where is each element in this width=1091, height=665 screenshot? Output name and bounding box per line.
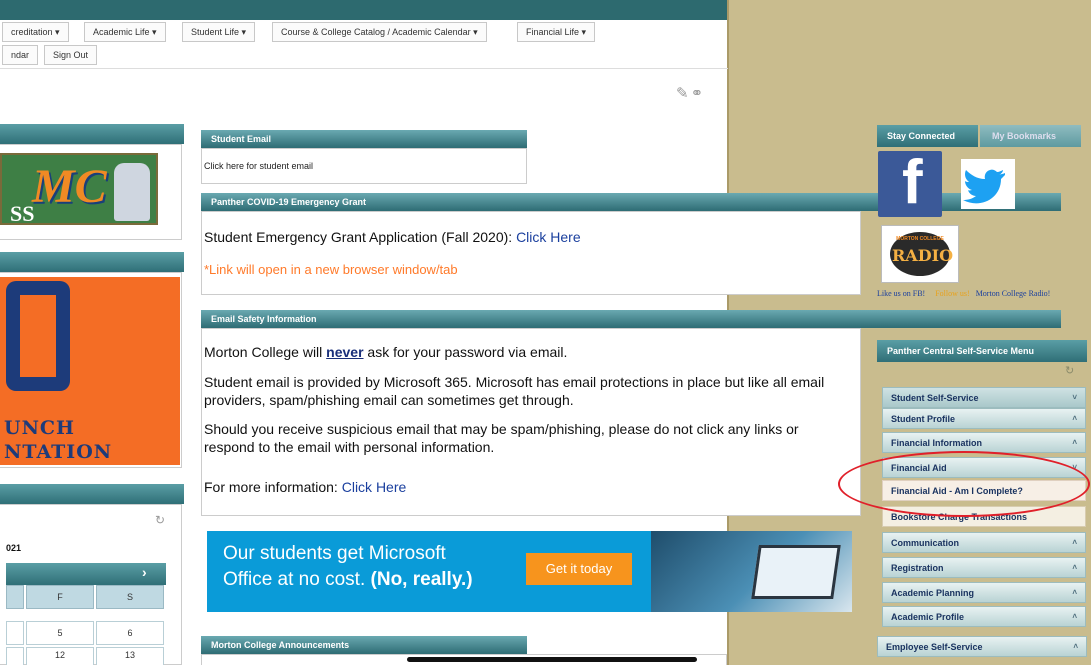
calendar-cell[interactable]: 6: [96, 621, 164, 645]
chevron-down-icon: ˅: [1072, 393, 1077, 402]
safety-paragraph-1: Morton College will never ask for your p…: [204, 344, 568, 360]
menu-bookstore-charge-transactions[interactable]: Bookstore Charge Transactions: [882, 506, 1086, 527]
safety-paragraph-3: Should you receive suspicious email that…: [204, 421, 799, 455]
calendar-year: 021: [6, 543, 22, 553]
calendar-cell[interactable]: 5: [26, 621, 94, 645]
nav-financial-life[interactable]: Financial Life ▾: [517, 22, 596, 42]
chevron-down-icon: ˅: [1072, 463, 1077, 472]
twitter-icon[interactable]: [961, 159, 1015, 209]
tab-stay-connected[interactable]: Stay Connected: [877, 125, 978, 147]
page-tools-icons[interactable]: ✎⚭: [676, 84, 705, 102]
calendar-header-bar: ›: [6, 563, 166, 585]
announcements-header: Morton College Announcements: [201, 636, 527, 654]
nav-accreditation[interactable]: creditation ▾: [2, 22, 69, 42]
laptop-screen-icon: [751, 545, 841, 599]
menu-student-profile[interactable]: Student Profile ˄: [882, 408, 1086, 429]
menu-communication[interactable]: Communication ˄: [882, 532, 1086, 553]
chevron-up-icon: ˄: [1072, 538, 1077, 547]
calendar-cell[interactable]: [6, 621, 24, 645]
calendar-day-header: [6, 585, 24, 609]
left-portlet-banner: UNCH NTATION: [0, 272, 182, 468]
safety-paragraph-2: Student email is provided by Microsoft 3…: [204, 374, 825, 408]
edit-page-icon[interactable]: ✎: [676, 85, 691, 102]
top-banner-strip: [0, 0, 728, 20]
student-email-box: Click here for student email: [201, 148, 527, 184]
covid-grant-header: Panther COVID-19 Emergency Grant: [201, 193, 1061, 211]
chevron-up-icon: ˄: [1072, 612, 1077, 621]
nav-sign-out[interactable]: Sign Out: [44, 45, 98, 65]
get-it-today-button[interactable]: Get it today: [526, 553, 632, 585]
left-portlet-logo: SS MC: [0, 144, 182, 240]
left-portlet-header-2: [0, 252, 184, 272]
student-email-link[interactable]: Click here for student email: [204, 161, 313, 171]
menu-financial-aid-am-i-complete[interactable]: Financial Aid - Am I Complete?: [882, 480, 1086, 501]
calendar-day-header: S: [96, 585, 164, 609]
office-ad-line1: Our students get Microsoft: [223, 543, 446, 564]
chevron-up-icon: ˄: [1072, 414, 1077, 423]
calendar-next-button[interactable]: ›: [142, 564, 147, 580]
launch-orientation-image: UNCH NTATION: [0, 277, 180, 465]
student-email-header: Student Email: [201, 130, 527, 148]
chevron-up-icon: ˄: [1072, 438, 1077, 447]
calendar-cell[interactable]: 12: [26, 647, 94, 665]
calendar-day-header: F: [26, 585, 94, 609]
follow-twitter-link[interactable]: Follow us!: [935, 289, 969, 298]
refresh-icon[interactable]: ↻: [155, 513, 165, 527]
office-365-ad[interactable]: Our students get Microsoft Office at no …: [207, 531, 852, 612]
calendar-cell[interactable]: 13: [96, 647, 164, 665]
menu-registration[interactable]: Registration ˄: [882, 557, 1086, 578]
nav-calendar[interactable]: ndar: [2, 45, 39, 65]
menu-student-self-service[interactable]: Student Self-Service ˅: [882, 387, 1086, 408]
nav-divider: [0, 68, 728, 69]
like-facebook-link[interactable]: Like us on FB!: [877, 289, 925, 298]
covid-grant-box: Student Emergency Grant Application (Fal…: [201, 211, 861, 295]
nav-course-catalog[interactable]: Course & College Catalog / Academic Cale…: [272, 22, 487, 42]
nav-academic-life[interactable]: Academic Life ▾: [84, 22, 166, 42]
tab-my-bookmarks[interactable]: My Bookmarks: [980, 125, 1081, 147]
social-captions: Like us on FB! Follow us! Morton College…: [877, 288, 1087, 299]
chevron-up-icon: ˄: [1072, 588, 1077, 597]
big-o-letter: [6, 281, 70, 391]
never-link[interactable]: never: [326, 344, 363, 360]
new-window-note: *Link will open in a new browser window/…: [204, 262, 458, 277]
menu-refresh-icon[interactable]: ↻: [1065, 364, 1074, 377]
menu-employee-self-service[interactable]: Employee Self-Service ˄: [877, 636, 1087, 657]
morton-radio-logo[interactable]: MORTON COLLEGE RADIO: [881, 225, 959, 283]
nav-student-life[interactable]: Student Life ▾: [182, 22, 256, 42]
office-ad-line2: Office at no cost. (No, really.): [223, 569, 473, 590]
left-portlet-header-3: [0, 484, 184, 504]
left-portlet-header-1: [0, 124, 184, 144]
radio-link[interactable]: Morton College Radio!: [976, 289, 1051, 298]
laptop-photo: [651, 531, 852, 612]
mc-logo-image: SS MC: [0, 153, 158, 226]
email-safety-box: Morton College will never ask for your p…: [201, 328, 861, 516]
panther-mascot-icon: [114, 163, 150, 221]
more-info-link[interactable]: Click Here: [342, 479, 407, 495]
menu-financial-information[interactable]: Financial Information ˄: [882, 432, 1086, 453]
email-safety-header: Email Safety Information: [201, 310, 1061, 328]
radio-badge-icon: MORTON COLLEGE RADIO: [890, 232, 953, 276]
facebook-icon[interactable]: f: [878, 148, 942, 217]
self-service-menu-header: Panther Central Self-Service Menu: [877, 340, 1087, 362]
safety-paragraph-4: For more information: Click Here: [204, 479, 407, 495]
calendar-cell[interactable]: [6, 647, 24, 665]
menu-academic-profile[interactable]: Academic Profile ˄: [882, 606, 1086, 627]
chevron-up-icon: ˄: [1073, 642, 1078, 651]
grant-application-text: Student Emergency Grant Application (Fal…: [204, 229, 581, 245]
link-page-icon[interactable]: ⚭: [691, 85, 706, 102]
chevron-up-icon: ˄: [1072, 563, 1077, 572]
menu-academic-planning[interactable]: Academic Planning ˄: [882, 582, 1086, 603]
home-indicator-bar: [407, 657, 697, 662]
grant-click-here-link[interactable]: Click Here: [516, 229, 581, 245]
menu-financial-aid[interactable]: Financial Aid ˅: [882, 457, 1086, 478]
